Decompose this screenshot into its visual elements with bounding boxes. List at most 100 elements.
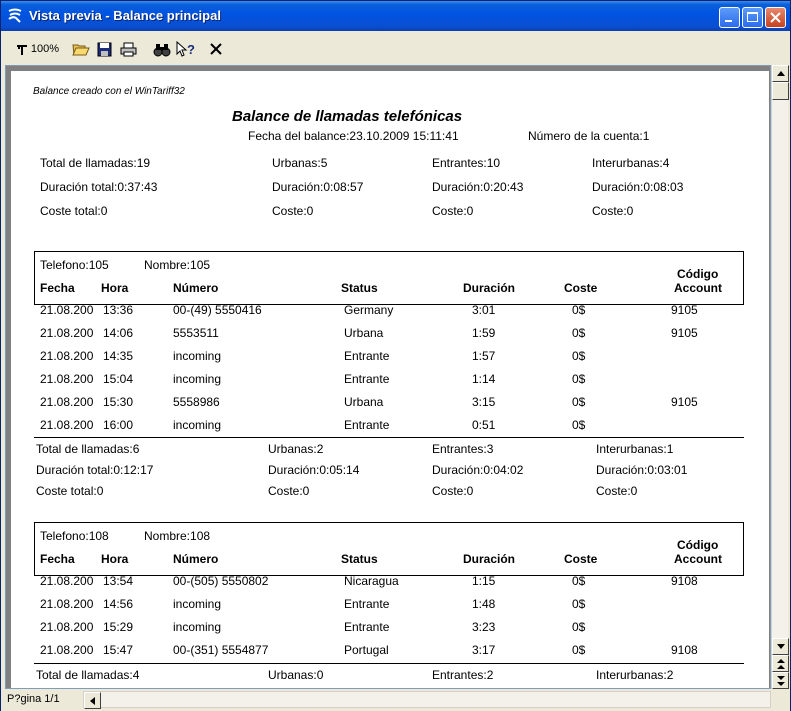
summary-text: Entrantes:10 [432, 156, 501, 170]
page-down-button[interactable] [772, 672, 789, 689]
cell-hora: 15:04 [103, 372, 134, 386]
cell-fecha: 21.08.200 [40, 372, 94, 386]
cell-numero: 5558986 [173, 395, 220, 409]
cell-coste: 0$ [572, 395, 586, 409]
scroll-thumb[interactable] [772, 82, 789, 100]
svg-text:?: ? [187, 42, 195, 57]
preview-area[interactable]: Balance creado con el WinTariff32 Balanc… [5, 65, 771, 689]
group-nombre: Nombre:108 [144, 529, 211, 543]
cell-hora: 14:56 [103, 597, 134, 611]
close-preview-button[interactable] [207, 39, 225, 59]
summary-text: Duración:0:08:57 [272, 180, 364, 194]
close-x-icon [210, 43, 222, 55]
cell-hora: 14:06 [103, 326, 134, 340]
save-button[interactable] [94, 39, 114, 59]
page-indicator: P?gina 1/1 [7, 693, 60, 705]
col-header-hora: Hora [101, 281, 129, 295]
total-text: Urbanas:0 [268, 668, 324, 682]
open-button[interactable] [71, 39, 91, 59]
help-button[interactable]: ? [175, 39, 197, 59]
col-header-account: Account [674, 281, 722, 295]
col-header-status: Status [341, 552, 378, 566]
total-text: Duración:0:05:14 [268, 463, 360, 477]
preview-window: Vista previa - Balance principal 100% ? [0, 0, 791, 711]
minimize-button[interactable] [719, 7, 740, 28]
close-button[interactable] [765, 7, 786, 28]
report-account: Número de la cuenta:1 [528, 129, 650, 143]
arrow-down-icon [776, 644, 785, 649]
double-arrow-up-icon [776, 658, 785, 669]
zoom-button[interactable]: 100% [11, 39, 63, 59]
col-header-duracion: Duración [463, 552, 516, 566]
title-bar[interactable]: Vista previa - Balance principal [1, 1, 790, 31]
report-page: Balance creado con el WinTariff32 Balanc… [11, 71, 769, 688]
total-text: Total de llamadas:6 [36, 442, 140, 456]
cell-hora: 13:54 [103, 574, 134, 588]
double-arrow-down-icon [776, 675, 785, 686]
cell-fecha: 21.08.200 [40, 643, 94, 657]
cell-coste: 0$ [572, 418, 586, 432]
page-up-button[interactable] [772, 655, 789, 672]
report-credit: Balance creado con el WinTariff32 [33, 86, 185, 97]
cell-duracion: 3:01 [472, 303, 496, 317]
group-header-box [34, 251, 744, 305]
arrow-up-icon [776, 71, 785, 76]
toolbar: 100% ? [5, 35, 788, 63]
cell-fecha: 21.08.200 [40, 349, 94, 363]
summary-text: Total de llamadas:19 [40, 156, 151, 170]
cell-status: Germany [344, 303, 394, 317]
cell-coste: 0$ [572, 326, 586, 340]
cell-coste: 0$ [572, 372, 586, 386]
scroll-up-button[interactable] [772, 65, 789, 82]
total-text: Total de llamadas:4 [36, 668, 140, 682]
cell-numero: 00-(505) 5550802 [173, 574, 269, 588]
cell-hora: 13:36 [103, 303, 134, 317]
close-icon [770, 12, 781, 23]
col-header-account: Account [674, 552, 722, 566]
horizontal-scrollbar[interactable] [83, 691, 771, 709]
summary-text: Coste:0 [592, 204, 634, 218]
cell-codigo: 9108 [671, 574, 698, 588]
cell-duracion: 1:59 [472, 326, 496, 340]
cell-fecha: 21.08.200 [40, 620, 94, 634]
cell-codigo: 9108 [671, 643, 698, 657]
maximize-button[interactable] [742, 7, 763, 28]
summary-text: Interurbanas:4 [592, 156, 670, 170]
total-text: Interurbanas:1 [596, 442, 674, 456]
group-telefono: Telefono:105 [40, 258, 109, 272]
vertical-scrollbar[interactable] [771, 65, 789, 689]
cell-status: Urbana [344, 326, 384, 340]
summary-text: Coste total:0 [40, 204, 108, 218]
col-header-numero: Número [173, 552, 219, 566]
cell-hora: 15:47 [103, 643, 134, 657]
summary-text: Duración:0:20:43 [432, 180, 524, 194]
summary-text: Coste:0 [272, 204, 314, 218]
scroll-down-button[interactable] [772, 638, 789, 655]
cell-coste: 0$ [572, 620, 586, 634]
cell-status: Nicaragua [344, 574, 399, 588]
cell-numero: incoming [173, 372, 222, 386]
cell-numero: 00-(351) 5554877 [173, 643, 269, 657]
cell-duracion: 3:17 [472, 643, 496, 657]
print-button[interactable] [117, 39, 139, 59]
total-text: Urbanas:2 [268, 442, 324, 456]
total-text: Coste:0 [596, 484, 638, 498]
cell-status: Entrante [344, 372, 390, 386]
cell-duracion: 1:14 [472, 372, 496, 386]
col-header-codigo: Código [677, 267, 719, 281]
group-telefono: Telefono:108 [40, 529, 109, 543]
cell-coste: 0$ [572, 643, 586, 657]
cell-hora: 15:29 [103, 620, 134, 634]
cell-coste: 0$ [572, 597, 586, 611]
report-title: Balance de llamadas telefónicas [232, 108, 463, 125]
find-button[interactable] [151, 39, 173, 59]
divider [34, 437, 744, 438]
summary-text: Duración:0:08:03 [592, 180, 684, 194]
total-text: Interurbanas:2 [596, 668, 674, 682]
scroll-left-button[interactable] [84, 692, 101, 709]
cell-status: Entrante [344, 349, 390, 363]
cell-status: Entrante [344, 620, 390, 634]
col-header-status: Status [341, 281, 378, 295]
cell-numero: incoming [173, 418, 222, 432]
summary-text: Urbanas:5 [272, 156, 328, 170]
